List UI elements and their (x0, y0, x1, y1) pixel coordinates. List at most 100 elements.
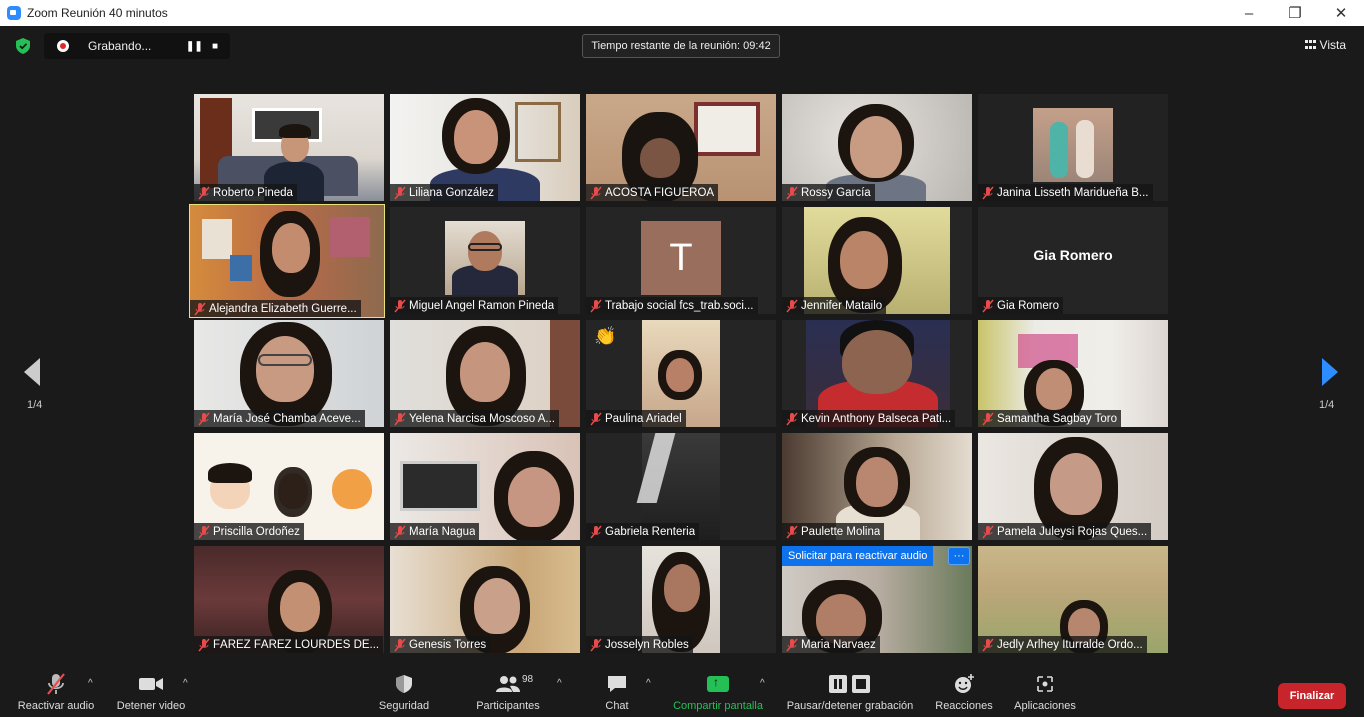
stop-video-button[interactable]: Detener video (112, 670, 190, 717)
participant-name-bar: Genesis Torres (390, 636, 491, 653)
share-screen-button[interactable]: Compartir pantalla (668, 670, 768, 717)
page-indicator-left: 1/4 (27, 399, 43, 411)
muted-mic-icon (198, 412, 210, 425)
participant-name-bar: Kevin Anthony Balseca Pati... (782, 410, 956, 427)
security-button[interactable]: Seguridad (372, 670, 436, 717)
muted-mic-icon (982, 412, 994, 425)
participants-options-caret-icon[interactable]: ^ (557, 678, 562, 689)
video-options-caret-icon[interactable]: ^ (183, 678, 188, 689)
window-title: Zoom Reunión 40 minutos (27, 6, 168, 20)
participant-tile[interactable]: Samantha Sagbay Toro (978, 320, 1168, 427)
participant-name-bar: Miguel Angel Ramon Pineda (390, 297, 559, 314)
participant-name-bar: Josselyn Robles (586, 636, 693, 653)
participant-tile[interactable]: María José Chamba Aceve... (194, 320, 384, 427)
muted-mic-icon (394, 525, 406, 538)
video-grid: Roberto Pineda Liliana González ACOSTA F… (189, 94, 1168, 654)
muted-mic-icon (590, 412, 602, 425)
participant-name-bar: Pamela Juleysi Rojas Ques... (978, 523, 1152, 540)
participant-tile[interactable]: Solicitar para reactivar audio ··· Maria… (782, 546, 972, 653)
muted-mic-icon (590, 186, 602, 199)
minimize-button[interactable]: – (1226, 0, 1272, 26)
participant-name-bar: Yelena Narcisa Moscoso A... (390, 410, 559, 427)
participant-tile[interactable]: Roberto Pineda (194, 94, 384, 201)
participant-tile[interactable]: 👏 Paulina Ariadel (586, 320, 776, 427)
participant-tile[interactable]: FÁREZ FÁREZ LOURDES DE... (194, 546, 384, 653)
security-shield-icon (396, 675, 412, 693)
apps-button[interactable]: Aplicaciones (1010, 670, 1080, 717)
participant-tile[interactable]: Pamela Juleysi Rojas Ques... (978, 433, 1168, 540)
meeting-timer: Tiempo restante de la reunión: 09:42 (582, 34, 780, 58)
window-title-bar: Zoom Reunión 40 minutos – ❐ ✕ (0, 0, 1364, 26)
participant-tile[interactable]: Kevin Anthony Balseca Pati... (782, 320, 972, 427)
shield-icon[interactable] (16, 38, 30, 54)
participant-tile[interactable]: Rossy García (782, 94, 972, 201)
participant-tile[interactable]: ACOSTA FIGUEROA (586, 94, 776, 201)
share-options-caret-icon[interactable]: ^ (760, 678, 765, 689)
muted-mic-icon (786, 638, 798, 651)
muted-mic-icon (786, 299, 798, 312)
wave-reaction-icon: 👏 (594, 326, 617, 346)
end-meeting-button[interactable]: Finalizar (1278, 683, 1346, 709)
participant-name-bar: FÁREZ FÁREZ LOURDES DE... (194, 636, 384, 653)
muted-mic-icon (198, 638, 210, 651)
participant-avatar: T (641, 221, 721, 295)
participant-tile[interactable]: Genesis Torres (390, 546, 580, 653)
next-page-arrow-icon[interactable] (1322, 358, 1338, 386)
apps-label: Aplicaciones (1014, 700, 1076, 712)
muted-mic-icon (194, 302, 206, 315)
close-button[interactable]: ✕ (1318, 0, 1364, 26)
participant-name-bar: Gia Romero (978, 297, 1063, 314)
participant-tile[interactable]: Gabriela Renteria (586, 433, 776, 540)
muted-mic-icon (198, 525, 210, 538)
participant-tile[interactable]: Miguel Angel Ramon Pineda (390, 207, 580, 314)
audio-options-caret-icon[interactable]: ^ (88, 678, 93, 689)
muted-mic-icon (786, 412, 798, 425)
pause-stop-recording-button[interactable]: Pausar/detener grabación (782, 670, 918, 717)
participant-tile[interactable]: Josselyn Robles (586, 546, 776, 653)
participant-tile[interactable]: Janina Lisseth Maridueña B... (978, 94, 1168, 201)
page-indicator-right: 1/4 (1319, 399, 1335, 411)
participant-tile[interactable]: María Nagua (390, 433, 580, 540)
recording-dot-icon (57, 40, 69, 52)
restore-button[interactable]: ❐ (1272, 0, 1318, 26)
muted-mic-icon (982, 186, 994, 199)
reactions-button[interactable]: Reacciones (932, 670, 996, 717)
muted-mic-icon (590, 299, 602, 312)
chat-options-caret-icon[interactable]: ^ (646, 678, 651, 689)
participant-tile[interactable]: Gia Romero Gia Romero (978, 207, 1168, 314)
chat-bubble-icon (608, 676, 626, 692)
previous-page-arrow-icon[interactable] (24, 358, 40, 386)
pause-recording-icon[interactable]: ❚❚ (186, 41, 203, 52)
participants-count: 98 (522, 674, 534, 685)
unmute-label: Reactivar audio (17, 700, 95, 712)
muted-mic-icon (394, 412, 406, 425)
more-options-button[interactable]: ··· (948, 547, 970, 565)
share-screen-icon (707, 675, 729, 692)
chat-button[interactable]: Chat (596, 670, 638, 717)
muted-mic-icon (786, 525, 798, 538)
participant-name-bar: Rossy García (782, 184, 875, 201)
muted-mic-icon (394, 638, 406, 651)
unmute-button[interactable]: Reactivar audio (14, 670, 98, 717)
participant-tile[interactable]: Liliana González (390, 94, 580, 201)
video-camera-icon (139, 678, 163, 690)
participant-tile[interactable]: Yelena Narcisa Moscoso A... (390, 320, 580, 427)
security-label: Seguridad (378, 700, 430, 712)
participant-tile[interactable]: Priscilla Ordoñez (194, 433, 384, 540)
participant-name-bar: Jennifer Matailo (782, 297, 887, 314)
reactions-smiley-icon (955, 674, 974, 693)
participant-tile[interactable]: Jennifer Matailo (782, 207, 972, 314)
participant-tile[interactable]: Jedly Arlhey Iturralde Ordo... (978, 546, 1168, 653)
participant-tile[interactable]: T Trabajo social fcs_trab.soci... (586, 207, 776, 314)
participant-name-bar: Paulette Molina (782, 523, 885, 540)
participant-tile-active-speaker[interactable]: Alejandra Elizabeth Guerre... (189, 204, 385, 318)
participants-button[interactable]: 98 Participantes (470, 670, 546, 717)
request-unmute-banner[interactable]: Solicitar para reactivar audio (782, 546, 934, 566)
view-button[interactable]: Vista (1304, 38, 1346, 52)
participant-tile[interactable]: Paulette Molina (782, 433, 972, 540)
muted-mic-icon (982, 638, 994, 651)
stop-recording-icon[interactable]: ■ (212, 41, 218, 52)
participant-name-bar: María José Chamba Aceve... (194, 410, 365, 427)
view-label: Vista (1319, 38, 1346, 52)
muted-mic-icon (47, 673, 65, 695)
